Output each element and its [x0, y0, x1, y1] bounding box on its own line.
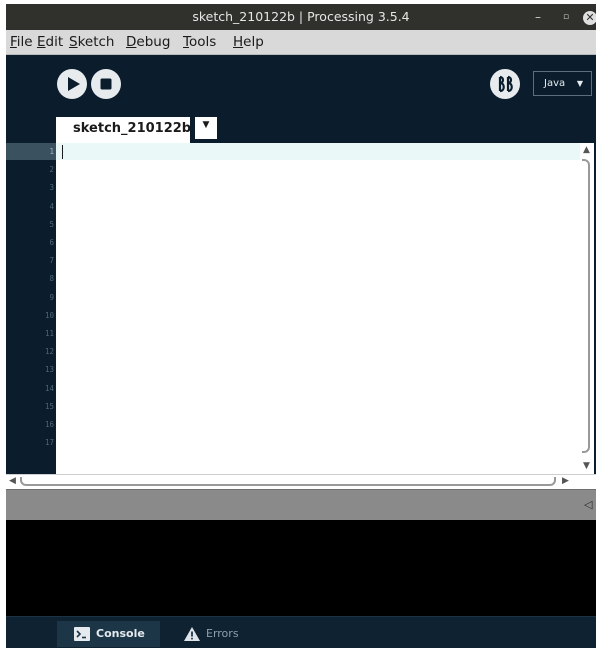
scroll-thumb[interactable] — [582, 159, 590, 453]
line-number: 1 — [49, 147, 54, 156]
line-number: 5 — [49, 219, 54, 229]
tab-errors[interactable]: Errors — [166, 621, 256, 647]
line-number: 10 — [44, 310, 54, 320]
line-number: 12 — [44, 347, 54, 357]
footer-tabs: Console Errors — [6, 616, 596, 648]
line-number: 17 — [44, 438, 54, 448]
line-number: 4 — [49, 201, 54, 211]
tab-label: sketch_210122b — [73, 121, 192, 136]
scroll-up-arrow-icon[interactable]: ▲ — [583, 145, 590, 155]
message-bar: ◁ — [6, 489, 596, 520]
menu-debug[interactable]: Debug — [126, 34, 170, 50]
line-number: 14 — [44, 383, 54, 393]
mode-selector[interactable]: Java ▼ — [533, 71, 592, 96]
run-button[interactable] — [57, 69, 87, 99]
window-title: sketch_210122b | Processing 3.5.4 — [192, 9, 410, 24]
h-scroll-thumb[interactable] — [20, 477, 556, 486]
line-number: 2 — [49, 165, 54, 175]
line-number: 3 — [49, 183, 54, 193]
close-button[interactable]: ✕ — [581, 8, 596, 26]
menu-edit[interactable]: Edit — [37, 34, 63, 50]
console-area[interactable] — [6, 520, 596, 616]
console-icon — [74, 627, 90, 641]
tab-menu-button[interactable]: ▼ — [195, 117, 217, 139]
line-number: 8 — [49, 274, 54, 284]
tab-sketch[interactable]: sketch_210122b — [56, 117, 192, 143]
toolbar: Java ▼ — [6, 55, 596, 117]
scroll-left-arrow-icon[interactable]: ◀ — [9, 476, 16, 486]
play-icon — [68, 77, 80, 91]
line-number: 6 — [49, 238, 54, 247]
warning-icon — [184, 627, 200, 641]
scroll-right-arrow-icon[interactable]: ▶ — [562, 476, 569, 486]
line-number: 7 — [49, 256, 54, 266]
sketch-tab-bar: sketch_210122b ▼ — [6, 117, 596, 143]
processing-window: sketch_210122b | Processing 3.5.4 – ▫ ✕ … — [6, 4, 596, 648]
line-number: 13 — [44, 365, 54, 375]
line-number: 16 — [44, 420, 54, 429]
scroll-down-arrow-icon[interactable]: ▼ — [583, 461, 590, 471]
collapse-console-icon[interactable]: ◁ — [584, 498, 592, 511]
mode-label: Java — [544, 78, 566, 89]
title-bar: sketch_210122b | Processing 3.5.4 – ▫ ✕ — [6, 4, 596, 30]
menu-sketch[interactable]: Sketch — [69, 34, 115, 50]
chevron-down-icon: ▼ — [202, 120, 210, 130]
current-line-bg — [56, 143, 580, 160]
horizontal-scrollbar[interactable]: ◀ ▶ — [6, 474, 596, 489]
tab-console[interactable]: Console — [57, 621, 160, 647]
minimize-button[interactable]: – — [529, 8, 547, 26]
stop-button[interactable] — [91, 69, 121, 99]
debugger-button[interactable] — [490, 69, 520, 99]
code-editor[interactable] — [56, 143, 580, 474]
maximize-button[interactable]: ▫ — [557, 8, 575, 26]
errors-tab-label: Errors — [206, 627, 239, 640]
text-cursor — [62, 145, 63, 159]
stop-icon — [100, 78, 112, 90]
close-icon: ✕ — [583, 11, 596, 25]
debugger-icon — [498, 75, 513, 93]
vertical-scrollbar[interactable]: ▲ ▼ — [580, 143, 594, 474]
line-number: 15 — [44, 401, 54, 411]
chevron-down-icon: ▼ — [576, 79, 583, 88]
console-tab-label: Console — [96, 627, 145, 640]
menu-bar: File Edit Sketch Debug Tools Help — [6, 30, 596, 55]
menu-file[interactable]: File — [10, 34, 33, 50]
line-number: 9 — [49, 292, 54, 302]
line-number-gutter: 1 2 3 4 5 6 7 8 9 10 11 12 13 14 15 16 17 — [6, 143, 56, 474]
menu-tools[interactable]: Tools — [183, 34, 216, 50]
menu-help[interactable]: Help — [233, 34, 264, 50]
line-number: 11 — [44, 329, 54, 338]
